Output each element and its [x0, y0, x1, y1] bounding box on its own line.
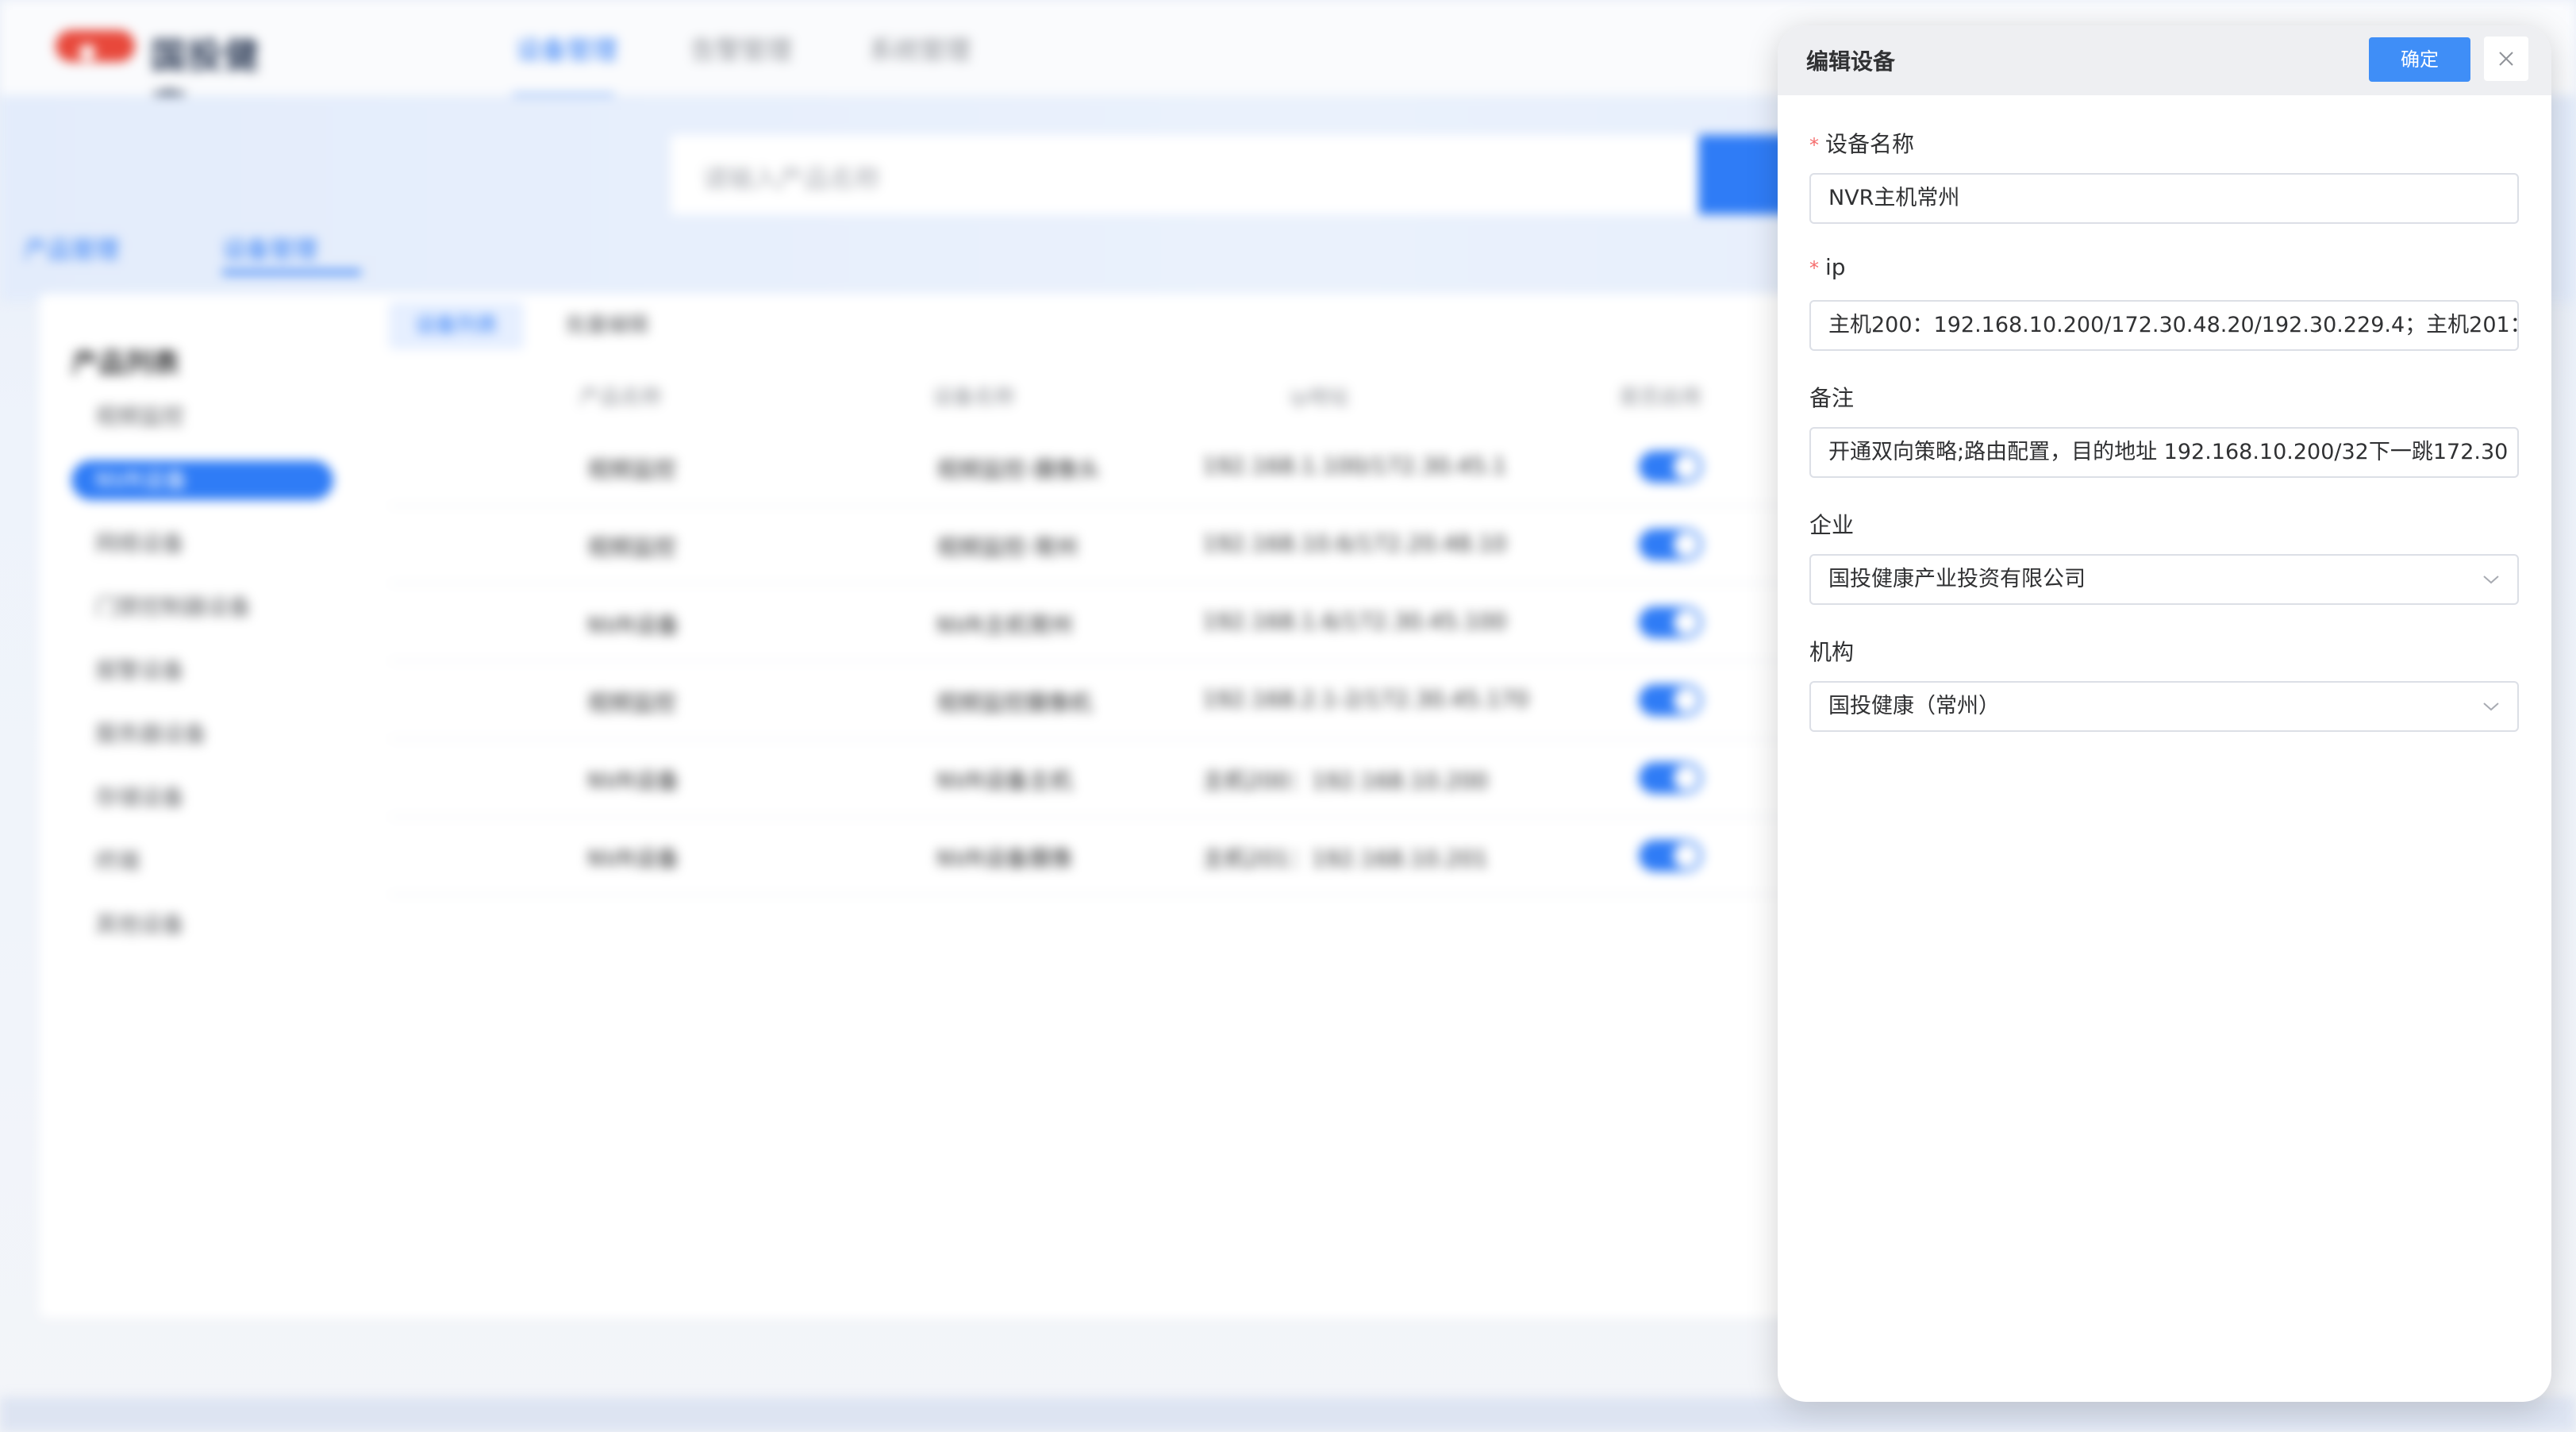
search-placeholder: 请输入产品名称 [702, 164, 881, 194]
sidebar-item[interactable]: 服务器设备 [71, 714, 333, 754]
ip-field[interactable]: 主机200：192.168.10.200/172.30.48.20/192.30… [1809, 300, 2519, 351]
sidebar-item[interactable]: 终端 [71, 841, 333, 881]
enable-toggle[interactable] [1639, 606, 1702, 638]
sidebar-item[interactable]: 网络设备 [71, 524, 333, 564]
cell-ip: 192.168.1.6/172.30.45.100 [1202, 608, 1507, 634]
cell-product: NVR设备 [587, 612, 679, 638]
table-row[interactable]: 视频监控 视频监控摄像机 192.168.2.1-2/172.30.45.170 [389, 662, 1801, 740]
remark-label: 备注 [1809, 385, 1855, 411]
cell-product: NVR设备 [587, 845, 679, 872]
organization-select[interactable]: 国投健康（常州） [1809, 681, 2519, 732]
sub-tab-list[interactable]: 设备列表 [389, 302, 524, 349]
cell-ip: 192.168.2.1-2/172.30.45.170 [1202, 686, 1529, 712]
close-button[interactable] [2484, 37, 2528, 81]
table-row[interactable]: NVR设备 NVR主机常州 192.168.1.6/172.30.45.100 [389, 584, 1801, 662]
cell-device: NVR主机常州 [936, 612, 1073, 638]
required-mark: * [1809, 134, 1819, 156]
mode-tab-device[interactable]: 设备管理 [222, 230, 317, 265]
device-name-label: * 设备名称 [1809, 127, 1914, 159]
logo-mark [56, 30, 135, 62]
cell-ip: 主机200：192.168.10.200 [1202, 768, 1489, 794]
enable-toggle[interactable] [1639, 840, 1702, 872]
enable-toggle[interactable] [1639, 762, 1702, 794]
cell-ip: 192.168.1.100/172.30.45.1 [1202, 452, 1507, 479]
table-row[interactable]: NVR设备 NVR设备摄像 主机201：192.168.10.201 [389, 818, 1801, 895]
mode-tab-indicator [222, 270, 361, 275]
device-name-label-text: 设备名称 [1825, 131, 1915, 157]
device-name-field[interactable]: NVR主机常州 [1809, 173, 2519, 224]
cell-ip: 192.168.10.6/172.20.48.10 [1202, 530, 1507, 556]
cell-ip: 主机201：192.168.10.201 [1202, 845, 1489, 872]
app-logo: 国投健康 [56, 24, 294, 127]
cell-device: 视频监控摄像机 [936, 690, 1093, 716]
table-row[interactable]: NVR设备 NVR设备主机 主机200：192.168.10.200 [389, 740, 1801, 818]
required-mark: * [1809, 257, 1819, 279]
table-header-enabled: 是否启用 [1619, 386, 1702, 410]
sidebar-item[interactable]: 存储设备 [71, 778, 333, 818]
cell-product: NVR设备 [587, 768, 679, 794]
table-header-device: 设备名称 [932, 386, 1016, 410]
drawer-header: 编辑设备 确定 [1778, 25, 2551, 95]
sidebar-item[interactable]: 门禁控制器设备 [71, 587, 333, 627]
sub-tab-batch[interactable]: 批量编辑 [540, 302, 675, 349]
cell-device: 视频监控-摄像头 [936, 456, 1101, 483]
nav-tab-alarm[interactable]: 告警管理 [690, 30, 792, 67]
nav-tab-system[interactable]: 系统管理 [869, 30, 971, 67]
enterprise-select[interactable]: 国投健康产业投资有限公司 [1809, 554, 2519, 605]
search-input[interactable]: 请输入产品名称 [671, 135, 1702, 214]
nav-tab-device[interactable]: 设备管理 [516, 30, 617, 67]
enable-toggle[interactable] [1639, 451, 1702, 483]
bottom-strip [0, 1397, 2576, 1432]
ip-label-text: ip [1825, 254, 1846, 280]
sidebar-item[interactable]: 其他设备 [71, 905, 333, 945]
chevron-down-icon [2483, 575, 2499, 584]
cell-product: 视频监控 [587, 456, 677, 483]
cell-device: 视频监控-常州 [936, 534, 1078, 560]
table-header-product: 产品名称 [579, 386, 663, 410]
enterprise-label: 企业 [1809, 512, 1855, 538]
drawer-title: 编辑设备 [1806, 48, 1896, 75]
chevron-down-icon [2483, 703, 2499, 711]
confirm-button[interactable]: 确定 [2369, 37, 2470, 82]
cell-device: NVR设备摄像 [936, 845, 1073, 872]
remark-field[interactable]: 开通双向策略;路由配置，目的地址 192.168.10.200/32下一跳172… [1809, 427, 2519, 478]
main-content-card: 产品列表 视频监控 NVR设备 网络设备 门禁控制器设备 报警设备 服务器设备 … [40, 294, 1809, 1318]
sidebar-item[interactable]: 报警设备 [71, 651, 333, 691]
sidebar-item[interactable]: 视频监控 [71, 397, 333, 437]
organization-label: 机构 [1809, 639, 1855, 665]
mode-tab-product[interactable]: 产品管理 [24, 230, 119, 265]
organization-selected-value: 国投健康（常州） [1828, 694, 2000, 718]
cell-device: NVR设备主机 [936, 768, 1073, 794]
table-row[interactable]: 视频监控 视频监控-常州 192.168.10.6/172.20.48.10 [389, 506, 1801, 584]
table-header-ip: ip地址 [1290, 386, 1350, 410]
cell-product: 视频监控 [587, 690, 677, 716]
sidebar-item-active[interactable]: NVR设备 [71, 460, 333, 500]
enable-toggle[interactable] [1639, 529, 1702, 560]
edit-device-drawer: 编辑设备 确定 * 设备名称 NVR主机常州 * ip 主机200：192.168.… [1778, 25, 2551, 1402]
sidebar-title: 产品列表 [71, 348, 179, 379]
close-icon [2499, 52, 2513, 66]
table-row[interactable]: 视频监控 视频监控-摄像头 192.168.1.100/172.30.45.1 [389, 429, 1801, 506]
enable-toggle[interactable] [1639, 684, 1702, 716]
enterprise-selected-value: 国投健康产业投资有限公司 [1828, 567, 2086, 591]
cell-product: 视频监控 [587, 534, 677, 560]
ip-label: * ip [1809, 254, 1846, 280]
